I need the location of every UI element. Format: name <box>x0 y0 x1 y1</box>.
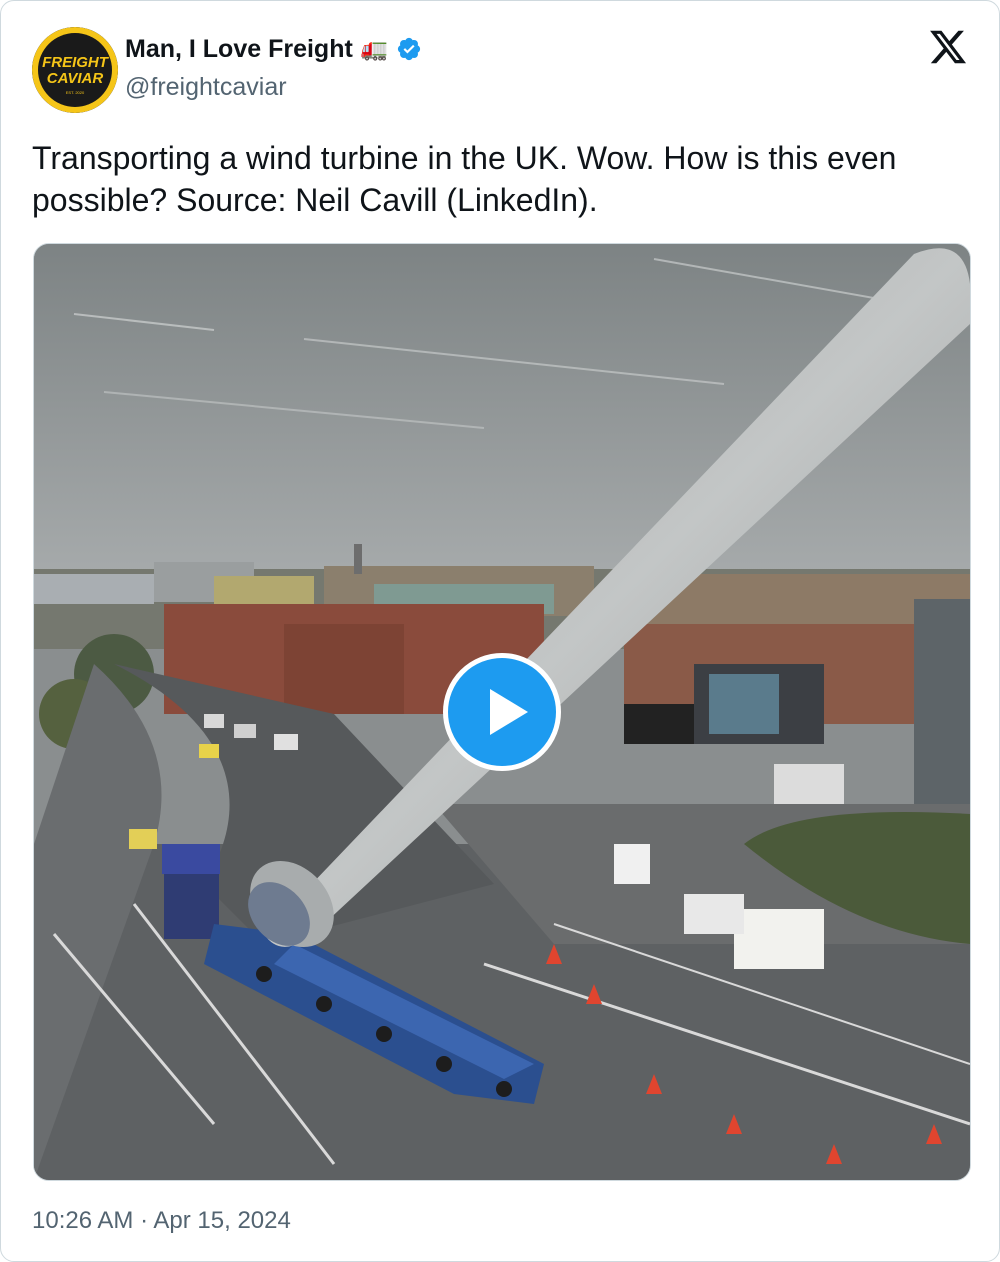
author-display-name[interactable]: Man, I Love Freight <box>125 35 353 64</box>
author-name-row[interactable]: Man, I Love Freight 🚛 <box>125 32 422 66</box>
tweet-card: FREIGHT CAVIAR EST. 2020 Man, I Love Fre… <box>0 0 1000 1262</box>
truck-emoji: 🚛 <box>360 36 389 61</box>
x-logo-icon[interactable] <box>927 27 969 67</box>
tweet-timestamp[interactable]: 10:26 AM · Apr 15, 2024 <box>32 1207 291 1235</box>
author-handle[interactable]: @freightcaviar <box>125 73 287 102</box>
avatar-logo-line1: FREIGHT <box>42 54 110 71</box>
play-icon <box>490 689 528 735</box>
verified-badge-icon <box>398 37 421 61</box>
avatar-logo-line2: CAVIAR <box>47 70 104 87</box>
tweet-text: Transporting a wind turbine in the UK. W… <box>32 140 897 218</box>
play-button[interactable] <box>443 653 561 771</box>
avatar-logo-est: EST. 2020 <box>66 90 85 95</box>
author-avatar[interactable]: FREIGHT CAVIAR EST. 2020 <box>32 27 118 113</box>
